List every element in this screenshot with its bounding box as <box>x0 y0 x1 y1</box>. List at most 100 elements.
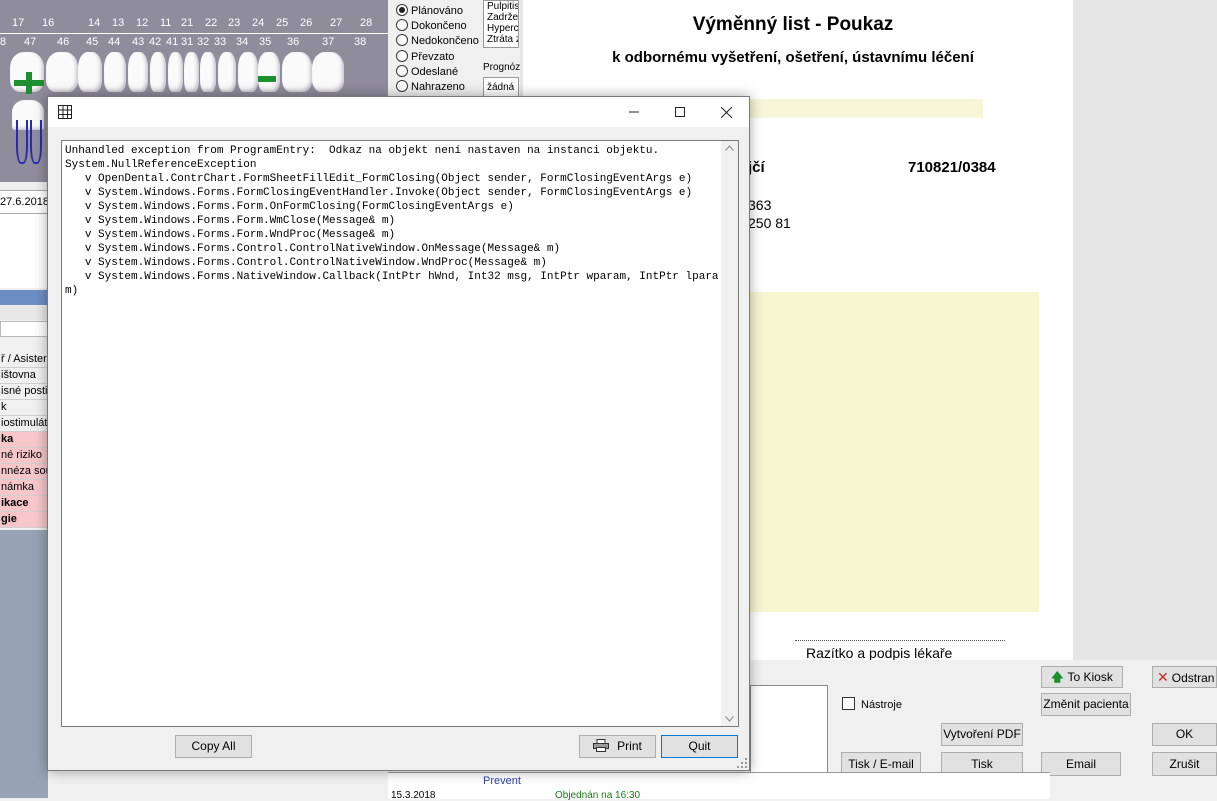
notes-box[interactable] <box>750 685 828 773</box>
tools-checkbox[interactable]: Nástroje <box>842 697 902 711</box>
radio-label: Převzato <box>411 50 455 63</box>
left-panel-header <box>0 290 48 305</box>
tooth-number: 44 <box>108 36 121 48</box>
procedure-date: 27.6.2018 <box>0 190 49 214</box>
patient-info-row[interactable]: k <box>0 400 48 416</box>
radio-button[interactable] <box>396 19 408 32</box>
tooth-number: 25 <box>276 17 289 29</box>
maximize-icon <box>675 107 685 117</box>
patient-info-row[interactable]: nnéza sou <box>0 464 48 480</box>
status-radio[interactable]: Odeslané <box>396 64 458 80</box>
patient-info-row[interactable]: iostimulát <box>0 416 48 432</box>
minimize-icon <box>629 111 639 113</box>
diagnosis-item[interactable]: Pulpitis <box>484 1 518 12</box>
patient-info-row[interactable]: ka <box>0 432 48 448</box>
document-text-area[interactable] <box>748 292 1039 612</box>
document-title: Výměnný list - Poukaz <box>692 14 894 35</box>
tooth-number: 35 <box>259 36 272 48</box>
diagnosis-item[interactable]: Hyperc <box>484 23 518 34</box>
tooth[interactable] <box>312 52 344 92</box>
checkbox-box[interactable] <box>842 697 855 710</box>
tooth-number: 22 <box>205 17 218 29</box>
error-dialog: Unhandled exception from ProgramEntry: O… <box>47 96 750 771</box>
minimize-button[interactable] <box>611 97 657 127</box>
radio-button[interactable] <box>396 64 408 77</box>
patient-info-row[interactable]: gie <box>0 512 48 528</box>
resize-grip-icon[interactable] <box>737 758 747 768</box>
status-radio[interactable]: Převzato <box>396 49 455 65</box>
vertical-scrollbar[interactable] <box>721 141 738 726</box>
tooth-number: 28 <box>360 17 373 29</box>
copy-all-button[interactable]: Copy All <box>175 735 252 758</box>
patient-detail-line: 250 81 <box>748 215 791 231</box>
diagnosis-item[interactable]: Ztráta z <box>484 34 518 45</box>
diagnosis-list[interactable]: Pulpitis Zadrže Hyperc Ztráta z <box>483 0 519 48</box>
patient-info-row[interactable]: ikace <box>0 496 48 512</box>
tooth-treatment-mark <box>258 76 276 82</box>
tooth[interactable] <box>258 52 280 92</box>
tooth-number: 42 <box>149 36 162 48</box>
prognosis-select[interactable]: žádná <box>483 77 519 97</box>
status-radio[interactable]: Dokončeno <box>396 19 467 34</box>
tooth[interactable] <box>46 52 78 92</box>
close-button[interactable] <box>703 97 749 127</box>
grid-tab-prevent[interactable]: Prevent <box>483 775 521 787</box>
status-radio[interactable]: Nahrazeno <box>396 80 465 95</box>
tooth-number: 41 <box>166 36 179 48</box>
tooth[interactable] <box>128 52 148 92</box>
tooth[interactable] <box>282 52 312 92</box>
email-button[interactable]: Email <box>1041 752 1121 776</box>
signature-line <box>795 640 1005 641</box>
tooth-number: 12 <box>136 17 149 29</box>
tooth[interactable] <box>78 52 102 92</box>
create-pdf-button[interactable]: Vytvoření PDF <box>941 723 1023 746</box>
quit-button[interactable]: Quit <box>661 735 738 758</box>
patient-info-row[interactable]: námka <box>0 480 48 496</box>
tooth[interactable] <box>168 52 183 92</box>
patient-info-row[interactable]: isné postiž <box>0 384 48 400</box>
tooth-number: 13 <box>112 17 125 29</box>
left-panel-selector[interactable] <box>0 321 48 337</box>
patient-info-list[interactable]: ř / Asister ištovna isné postiž k iostimulát… <box>0 352 48 528</box>
tooth[interactable] <box>104 52 126 92</box>
radio-button[interactable] <box>396 4 408 16</box>
ok-button[interactable]: OK <box>1152 723 1217 746</box>
print-dialog-button[interactable]: Print <box>579 735 656 758</box>
radio-label: Dokončeno <box>411 20 467 33</box>
tooth-treatment-mark <box>26 72 32 94</box>
radio-button[interactable] <box>396 80 408 92</box>
to-kiosk-button[interactable]: 🡅 To Kiosk <box>1041 666 1123 688</box>
scroll-up-icon[interactable] <box>725 145 734 151</box>
delete-button[interactable]: ✕ Odstran <box>1152 666 1217 688</box>
status-radio[interactable]: Nedokončeno <box>396 34 479 49</box>
maximize-button[interactable] <box>657 97 703 127</box>
patient-info-row[interactable]: ř / Asister <box>0 352 48 368</box>
tooth-number: 46 <box>57 36 70 48</box>
red-x-icon: ✕ <box>1157 669 1169 685</box>
tooth-number: 47 <box>24 36 37 48</box>
tooth[interactable] <box>150 52 166 92</box>
left-panel-blank <box>0 214 48 288</box>
dialog-titlebar[interactable] <box>48 97 749 127</box>
radio-button[interactable] <box>396 34 408 47</box>
patient-name: jčí <box>748 159 765 176</box>
status-radio[interactable]: Plánováno <box>396 4 463 19</box>
tooth[interactable] <box>200 52 216 92</box>
print-dialog-label: Print <box>617 739 642 753</box>
cancel-button[interactable]: Zrušit <box>1152 752 1217 776</box>
change-patient-button[interactable]: Změnit pacienta <box>1041 693 1131 716</box>
document-input-field[interactable] <box>748 99 983 118</box>
diagnosis-item[interactable]: Zadrže <box>484 12 518 23</box>
patient-info-row[interactable]: ištovna <box>0 368 48 384</box>
exception-textbox[interactable]: Unhandled exception from ProgramEntry: O… <box>61 140 739 727</box>
radio-button[interactable] <box>396 49 408 62</box>
tooth-number: 26 <box>300 17 313 29</box>
patient-info-row[interactable]: né riziko <box>0 448 48 464</box>
grid-row-date: 15.3.2018 <box>391 790 436 801</box>
scroll-down-icon[interactable] <box>725 716 734 722</box>
grid-app-icon <box>58 105 72 119</box>
patient-detail-line: 363 <box>748 197 772 213</box>
tooth[interactable] <box>184 52 199 92</box>
tooth[interactable] <box>218 52 236 92</box>
tooth[interactable] <box>238 52 258 92</box>
